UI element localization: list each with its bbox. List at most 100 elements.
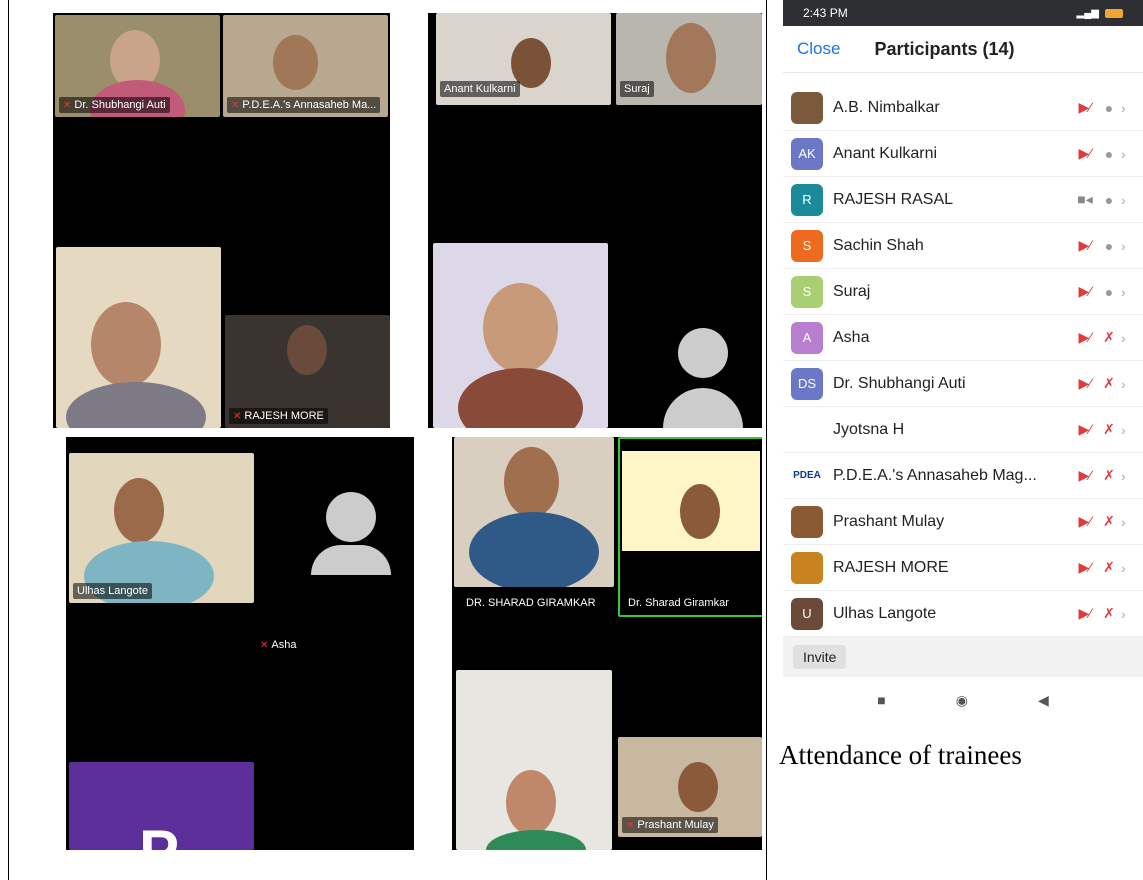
participant-name: A.B. Nimbalkar — [833, 98, 940, 116]
microphone-muted-icon: ✗ — [1103, 421, 1115, 437]
microphone-muted-icon: ✗ — [1103, 467, 1115, 483]
recent-apps-icon[interactable]: ■ — [877, 692, 885, 708]
video-on-icon: ■◂ — [1077, 191, 1093, 207]
chevron-right-icon: › — [1121, 329, 1126, 346]
video-off-icon: ▶⁄ — [1078, 145, 1092, 161]
chevron-right-icon: › — [1121, 375, 1126, 392]
mic-muted-icon: ✕ — [233, 411, 242, 422]
video-tile-rajesh-more[interactable]: ✕ RAJESH MORE — [225, 315, 390, 428]
participant-avatar: AK — [791, 137, 823, 170]
avatar-placeholder-icon — [326, 492, 376, 542]
participant-name: P.D.E.A.'s Annasaheb Mag... — [833, 466, 1037, 484]
participant-name: RAJESH RASAL — [833, 190, 954, 208]
participant-figure — [678, 762, 718, 812]
participant-row[interactable]: U Ulhas Langote ▶⁄ ✗ › — [783, 591, 1143, 637]
participant-row[interactable]: RAJESH MORE ▶⁄ ✗ › — [783, 545, 1143, 591]
participant-row[interactable]: PDEA P.D.E.A.'s Annasaheb Mag... ▶⁄ ✗ › — [783, 453, 1143, 499]
participant-name: Suraj — [833, 282, 871, 300]
panel-title: Participants (14) — [874, 38, 1015, 59]
tile-name-label: ✕ Dr. Shubhangi Auti — [59, 97, 170, 113]
participant-figure — [273, 35, 318, 90]
participant-avatar — [791, 551, 823, 584]
video-off-icon: ▶⁄ — [1078, 513, 1092, 529]
video-off-icon: ▶⁄ — [1078, 329, 1092, 345]
invite-button[interactable]: Invite — [793, 645, 847, 669]
participant-row[interactable]: Jyotsna H ▶⁄ ✗ › — [783, 407, 1143, 453]
participant-name: Anant Kulkarni — [833, 144, 938, 162]
video-tile-participant[interactable] — [433, 243, 608, 428]
participant-row[interactable]: S Sachin Shah ▶⁄ ● › — [783, 223, 1143, 269]
participant-figure — [114, 478, 164, 543]
participant-body — [469, 512, 599, 587]
tile-name-label: ✕ P.D.E.A.'s Annasaheb Ma... — [227, 97, 381, 113]
video-tile-participant[interactable] — [456, 670, 612, 850]
participant-name: Prashant Mulay — [833, 512, 945, 530]
participant-avatar: U — [791, 597, 823, 630]
video-tile-shubhangi[interactable]: ✕ Dr. Shubhangi Auti — [55, 15, 220, 117]
video-tile-anant-kulkarni[interactable]: Anant Kulkarni — [436, 13, 611, 105]
mic-muted-icon: ✕ — [626, 820, 635, 831]
chevron-right-icon: › — [1121, 605, 1126, 622]
participant-avatar — [791, 413, 823, 446]
participant-row[interactable]: Prashant Mulay ▶⁄ ✗ › — [783, 499, 1143, 545]
close-button[interactable]: Close — [797, 39, 840, 59]
participants-panel: 2:43 PM ▂▄▆ Close Participants (14) A.B.… — [783, 0, 1143, 710]
participant-avatar — [791, 91, 823, 124]
participant-body — [486, 830, 586, 850]
participant-row[interactable]: A.B. Nimbalkar ▶⁄ ● › — [783, 85, 1143, 131]
participant-row[interactable]: R RAJESH RASAL ■◂ ● › — [783, 177, 1143, 223]
participant-figure — [666, 23, 716, 93]
battery-icon — [1105, 8, 1123, 18]
video-tile-suraj[interactable]: Suraj — [616, 13, 762, 105]
participant-row[interactable]: AK Anant Kulkarni ▶⁄ ● › — [783, 131, 1143, 177]
back-icon[interactable]: ◀ — [1038, 692, 1049, 709]
participant-name: RAJESH MORE — [833, 558, 949, 576]
microphone-icon: ● — [1104, 283, 1114, 300]
participant-body — [66, 382, 206, 428]
presenter-figure — [680, 484, 720, 539]
participant-row[interactable]: DS Dr. Shubhangi Auti ▶⁄ ✗ › — [783, 361, 1143, 407]
participant-row[interactable]: A Asha ▶⁄ ✗ › — [783, 315, 1143, 361]
participant-figure — [91, 302, 161, 387]
video-tile-avatar-letter[interactable]: P — [69, 762, 254, 850]
participant-row[interactable]: S Suraj ▶⁄ ● › — [783, 269, 1143, 315]
mic-muted-icon: ✕ — [260, 640, 269, 651]
tile-name-label: DR. SHARAD GIRAMKAR — [466, 597, 596, 609]
tile-name-label: Ulhas Langote — [73, 583, 152, 599]
video-off-icon: ▶⁄ — [1078, 283, 1092, 299]
video-tile-pdea[interactable]: ✕ P.D.E.A.'s Annasaheb Ma... — [223, 15, 388, 117]
avatar-placeholder-body — [663, 388, 743, 428]
tile-name-label: Suraj — [620, 81, 654, 97]
video-tile-sharad-giramkar[interactable] — [454, 437, 614, 587]
tile-name-label: Anant Kulkarni — [440, 81, 520, 97]
participant-name: Ulhas Langote — [833, 604, 937, 622]
signal-icon: ▂▄▆ — [1076, 7, 1099, 19]
video-off-icon: ▶⁄ — [1078, 605, 1092, 621]
chevron-right-icon: › — [1121, 145, 1126, 162]
video-off-icon: ▶⁄ — [1078, 237, 1092, 253]
participant-list[interactable]: A.B. Nimbalkar ▶⁄ ● › AK Anant Kulkarni ▶⁄ ● › R R… — [783, 73, 1143, 637]
participant-name: Dr. Shubhangi Auti — [833, 374, 966, 392]
microphone-icon: ● — [1104, 145, 1114, 162]
caption: Attendance of trainees — [779, 740, 1022, 770]
video-tile-participant[interactable] — [56, 247, 221, 428]
participant-body — [458, 368, 583, 428]
video-off-icon: ▶⁄ — [1078, 99, 1092, 115]
participant-avatar: S — [791, 229, 823, 262]
meeting-screenshot-top-left: ✕ Dr. Shubhangi Auti ✕ P.D.E.A.'s Annasahe… — [53, 13, 390, 428]
chevron-right-icon: › — [1121, 99, 1126, 116]
video-tile-prashant-mulay[interactable]: ✕ Prashant Mulay — [618, 737, 762, 837]
video-tile-shared-screen[interactable]: Dr. Sharad Giramkar — [618, 437, 762, 617]
chevron-right-icon: › — [1121, 283, 1126, 300]
microphone-icon: ● — [1104, 191, 1114, 208]
video-off-icon: ▶⁄ — [1078, 375, 1092, 391]
status-time: 2:43 PM — [803, 6, 848, 20]
tile-name-label: ✕ RAJESH MORE — [229, 408, 328, 424]
android-nav-bar: ■ ◉ ◀ — [783, 677, 1143, 710]
microphone-muted-icon: ✗ — [1103, 559, 1115, 575]
home-icon[interactable]: ◉ — [956, 692, 968, 709]
video-tile-ulhas-langote[interactable]: Ulhas Langote — [69, 453, 254, 603]
mic-muted-icon: ✕ — [231, 100, 240, 111]
participant-avatar: DS — [791, 367, 823, 400]
participant-figure — [506, 770, 556, 835]
